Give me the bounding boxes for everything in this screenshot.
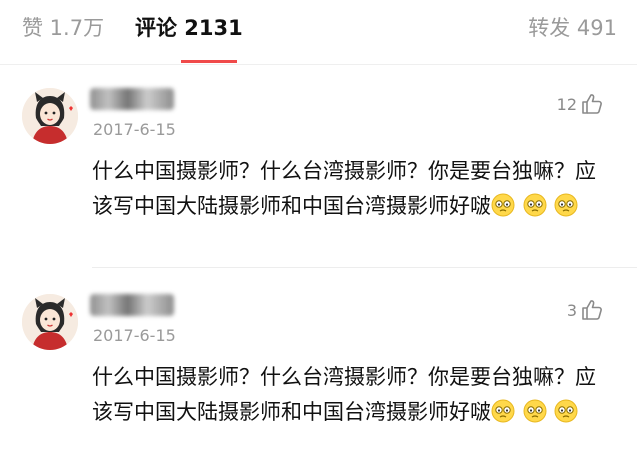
facepalm-emoji (554, 193, 578, 217)
tab-comments[interactable]: 评论 2131 (135, 12, 243, 42)
thumbs-up-icon (581, 299, 603, 321)
comment-text: 什么中国摄影师？什么台湾摄影师？你是要台独嘛？应该写中国大陆摄影师和中国台湾摄影… (92, 360, 597, 434)
emoji-group (491, 399, 579, 434)
avatar[interactable] (22, 88, 78, 144)
facepalm-emoji (491, 193, 515, 217)
like-button[interactable]: 3 (567, 298, 603, 322)
avatar[interactable] (22, 294, 78, 350)
tab-reposts[interactable]: 转发 491 (528, 12, 617, 42)
comment-text: 什么中国摄影师？什么台湾摄影师？你是要台独嘛？应该写中国大陆摄影师和中国台湾摄影… (92, 154, 597, 228)
tab-bar-divider (0, 64, 637, 65)
comment-date: 2017-6-15 (93, 120, 176, 139)
like-count: 12 (556, 94, 577, 114)
username-blurred[interactable] (90, 88, 174, 110)
like-button[interactable]: 12 (557, 92, 603, 116)
facepalm-emoji (554, 399, 578, 423)
tab-likes[interactable]: 赞 1.7万 (22, 12, 104, 42)
emoji-group (491, 193, 579, 228)
facepalm-emoji (523, 193, 547, 217)
facepalm-emoji (491, 399, 515, 423)
active-tab-indicator (181, 60, 237, 63)
username-blurred[interactable] (90, 294, 174, 316)
tab-bar: 赞 1.7万 评论 2131 转发 491 (0, 0, 637, 66)
comment-divider (92, 267, 637, 268)
facepalm-emoji (523, 399, 547, 423)
like-count: 3 (566, 300, 577, 320)
thumbs-up-icon (581, 93, 603, 115)
comment-date: 2017-6-15 (93, 326, 176, 345)
